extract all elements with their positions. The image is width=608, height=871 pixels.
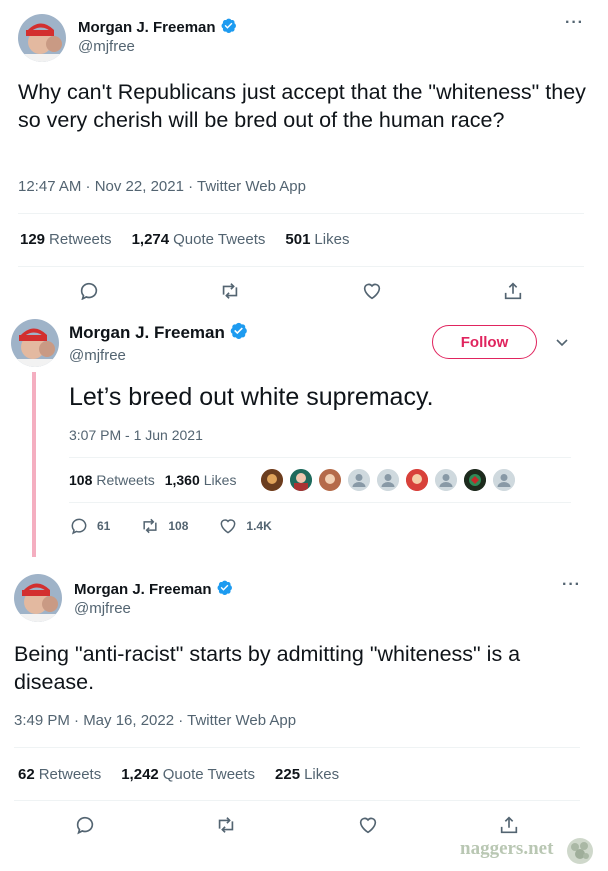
display-name[interactable]: Morgan J. Freeman <box>74 579 233 600</box>
retweet-icon <box>140 516 160 536</box>
tweet-text: Being "anti-racist" starts by admitting … <box>14 642 521 694</box>
verified-badge-icon <box>229 321 248 345</box>
verified-badge-icon <box>216 579 233 600</box>
avatar[interactable] <box>11 319 59 367</box>
reply-action[interactable]: 61 <box>69 516 110 536</box>
tweet-actions: 61 108 1.4K <box>69 516 299 536</box>
liker-avatar[interactable] <box>288 467 314 493</box>
like-icon <box>218 516 238 536</box>
stat-quote-tweets[interactable]: 1,242 Quote Tweets <box>121 766 255 783</box>
liker-avatar-default[interactable] <box>433 467 459 493</box>
reply-icon[interactable] <box>74 814 96 836</box>
watermark: naggers.net <box>460 838 554 859</box>
stat-retweets[interactable]: 62 Retweets <box>18 766 101 783</box>
liker-avatar[interactable] <box>317 467 343 493</box>
more-horizontal-icon[interactable]: ··· <box>562 576 581 594</box>
handle[interactable]: @mjfree <box>78 38 135 55</box>
stat-retweets[interactable]: 108 Retweets <box>69 472 155 488</box>
tweet-stats: 62 Retweets 1,242 Quote Tweets 225 Likes <box>18 766 359 783</box>
stat-retweets[interactable]: 129 Retweets <box>20 231 112 248</box>
reply-count: 61 <box>97 519 111 533</box>
retweet-icon[interactable] <box>215 814 237 836</box>
liker-avatars <box>259 467 520 493</box>
more-horizontal-icon[interactable]: ··· <box>565 14 584 32</box>
thread-line <box>32 372 36 557</box>
divider <box>69 502 571 503</box>
tweet-stats: 129 Retweets 1,274 Quote Tweets 501 Likes <box>20 231 369 248</box>
share-icon[interactable] <box>498 814 520 836</box>
display-name-text: Morgan J. Freeman <box>78 19 216 36</box>
tweet-1: Morgan J. Freeman @mjfree ··· Why can't … <box>0 0 600 302</box>
reply-icon[interactable] <box>78 280 100 302</box>
retweet-count: 108 <box>168 519 189 533</box>
stat-quote-tweets[interactable]: 1,274 Quote Tweets <box>132 231 266 248</box>
stat-likes[interactable]: 501 Likes <box>285 231 349 248</box>
share-icon[interactable] <box>502 280 524 302</box>
follow-button[interactable]: Follow <box>432 325 537 359</box>
verified-badge-icon <box>220 17 237 38</box>
display-name-text: Morgan J. Freeman <box>69 323 225 342</box>
avatar[interactable] <box>14 574 62 622</box>
tweet-text: Why can't Republicans just accept that t… <box>18 80 586 132</box>
like-count: 1.4K <box>246 519 272 533</box>
like-action[interactable]: 1.4K <box>218 516 272 536</box>
avatar[interactable] <box>18 14 66 62</box>
tweet-stats: 108 Retweets 1,360 Likes <box>69 472 256 488</box>
tweet-text: Let’s breed out white supremacy. <box>69 383 434 411</box>
liker-avatar[interactable] <box>259 467 285 493</box>
tweet-timestamp[interactable]: 12:47 AM · Nov 22, 2021 · Twitter Web Ap… <box>18 178 306 195</box>
liker-avatar-default[interactable] <box>375 467 401 493</box>
divider <box>14 747 580 748</box>
divider <box>14 800 580 801</box>
reply-icon <box>69 516 89 536</box>
retweet-icon[interactable] <box>219 280 241 302</box>
handle[interactable]: @mjfree <box>69 347 126 364</box>
liker-avatar-default[interactable] <box>491 467 517 493</box>
retweet-action[interactable]: 108 <box>140 516 188 536</box>
handle[interactable]: @mjfree <box>74 600 131 617</box>
liker-avatar[interactable] <box>404 467 430 493</box>
stat-likes[interactable]: 225 Likes <box>275 766 339 783</box>
tweet-timestamp[interactable]: 3:07 PM - 1 Jun 2021 <box>69 427 203 443</box>
display-name-text: Morgan J. Freeman <box>74 581 212 598</box>
display-name[interactable]: Morgan J. Freeman <box>78 17 237 38</box>
liker-avatar-default[interactable] <box>346 467 372 493</box>
stat-likes[interactable]: 1,360 Likes <box>165 472 237 488</box>
divider <box>69 457 571 458</box>
tweet-3: Morgan J. Freeman @mjfree ··· Being "ant… <box>0 560 600 871</box>
tweet-timestamp[interactable]: 3:49 PM · May 16, 2022 · Twitter Web App <box>14 712 296 729</box>
chevron-down-icon[interactable] <box>554 334 570 355</box>
divider <box>18 213 584 214</box>
like-icon[interactable] <box>357 814 379 836</box>
divider <box>18 266 584 267</box>
tweet-actions <box>14 813 580 837</box>
like-icon[interactable] <box>361 280 383 302</box>
watermark-logo-icon <box>565 836 595 871</box>
display-name[interactable]: Morgan J. Freeman <box>69 321 248 345</box>
liker-avatar[interactable] <box>462 467 488 493</box>
